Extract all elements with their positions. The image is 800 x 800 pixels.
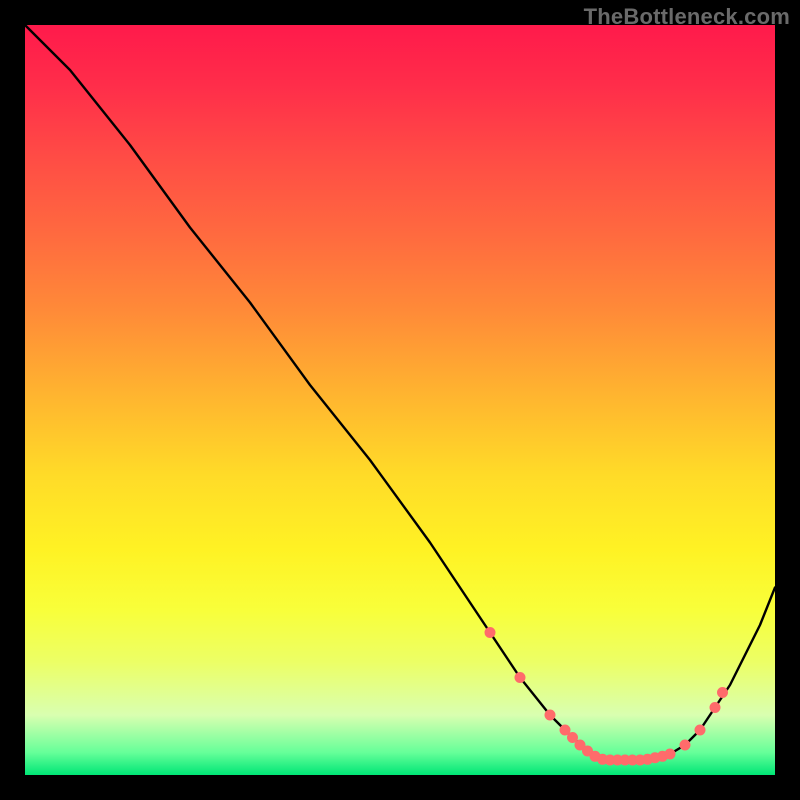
curve-dot (568, 733, 578, 743)
curve-dot (485, 628, 495, 638)
curve-dot (560, 725, 570, 735)
curve-svg (25, 25, 775, 775)
chart-frame: TheBottleneck.com (0, 0, 800, 800)
curve-dot (515, 673, 525, 683)
curve-dot (665, 749, 675, 759)
curve-dot (718, 688, 728, 698)
curve-dot (710, 703, 720, 713)
curve-dot (695, 725, 705, 735)
curve-dot (680, 740, 690, 750)
curve-dot (545, 710, 555, 720)
marker-group (485, 628, 728, 766)
bottleneck-curve-path (25, 25, 775, 760)
plot-area (25, 25, 775, 775)
watermark-text: TheBottleneck.com (584, 4, 790, 30)
